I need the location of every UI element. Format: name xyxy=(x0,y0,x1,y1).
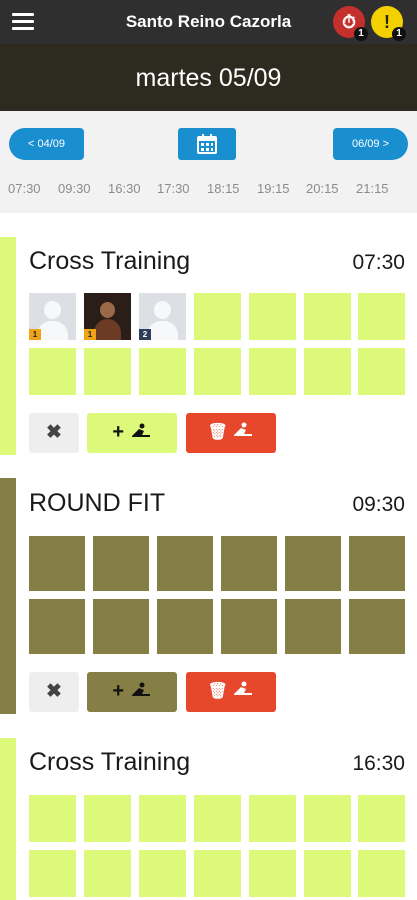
empty-slot[interactable] xyxy=(249,348,296,395)
time-slot-link[interactable]: 18:15 xyxy=(207,181,240,196)
top-app-bar: Santo Reino Cazorla ⏱ 1 ! 1 xyxy=(0,0,417,44)
class-time: 07:30 xyxy=(352,251,405,274)
time-slot-link[interactable]: 09:30 xyxy=(58,181,91,196)
delete-booking-button[interactable]: 🗑 xyxy=(186,413,276,453)
empty-slot[interactable] xyxy=(358,850,405,897)
time-slot-link[interactable]: 07:30 xyxy=(8,181,41,196)
class-color-bar xyxy=(0,237,16,455)
empty-slot[interactable] xyxy=(84,795,131,842)
class-times-strip: 07:30 09:30 16:30 17:30 18:15 19:15 20:1… xyxy=(0,181,417,199)
empty-slot[interactable] xyxy=(139,795,186,842)
empty-slot[interactable] xyxy=(194,795,241,842)
notification-count: 1 xyxy=(392,27,406,41)
class-time: 09:30 xyxy=(352,493,405,516)
add-booking-button[interactable]: + xyxy=(87,413,177,453)
class-color-bar xyxy=(0,478,16,714)
attendee-avatar[interactable]: 2 xyxy=(139,293,186,340)
trash-icon: 🗑 xyxy=(207,424,228,441)
empty-slot[interactable] xyxy=(249,850,296,897)
empty-slot[interactable] xyxy=(29,599,85,654)
calendar-icon xyxy=(197,134,217,154)
time-slot-link[interactable]: 19:15 xyxy=(257,181,290,196)
empty-slot[interactable] xyxy=(93,599,149,654)
attendee-avatar[interactable]: 1 xyxy=(29,293,76,340)
empty-slot[interactable] xyxy=(29,850,76,897)
empty-slot[interactable] xyxy=(29,348,76,395)
empty-slot[interactable] xyxy=(139,850,186,897)
empty-slot[interactable] xyxy=(221,536,277,591)
empty-slot[interactable] xyxy=(157,599,213,654)
empty-slot[interactable] xyxy=(304,795,351,842)
empty-slot[interactable] xyxy=(358,348,405,395)
empty-slot[interactable] xyxy=(194,293,241,340)
empty-slot[interactable] xyxy=(194,850,241,897)
time-slot-link[interactable]: 21:15 xyxy=(356,181,389,196)
class-color-bar xyxy=(0,738,16,900)
empty-slot[interactable] xyxy=(249,293,296,340)
current-date-title: martes 05/09 xyxy=(135,64,282,92)
empty-slot[interactable] xyxy=(304,850,351,897)
empty-slot[interactable] xyxy=(285,536,341,591)
rowing-icon xyxy=(234,681,253,695)
empty-slot[interactable] xyxy=(157,536,213,591)
cancel-button[interactable]: ✖ xyxy=(29,413,79,453)
empty-slot[interactable] xyxy=(84,348,131,395)
empty-slot[interactable] xyxy=(358,795,405,842)
empty-slot[interactable] xyxy=(93,536,149,591)
time-slot-link[interactable]: 16:30 xyxy=(108,181,141,196)
trash-icon: 🗑 xyxy=(207,683,228,700)
cancel-button[interactable]: ✖ xyxy=(29,672,79,712)
next-day-button[interactable]: 06/09 > xyxy=(333,128,408,160)
day-navigation: < 04/09 06/09 > 07:30 09:30 16:30 17:30 … xyxy=(0,111,417,213)
rowing-icon xyxy=(131,682,150,696)
empty-slot[interactable] xyxy=(221,599,277,654)
date-header: martes 05/09 xyxy=(0,44,417,111)
empty-slot[interactable] xyxy=(304,348,351,395)
class-title: Cross Training xyxy=(29,748,191,776)
empty-slot[interactable] xyxy=(249,795,296,842)
plus-icon: + xyxy=(112,421,125,443)
attendee-badge: 1 xyxy=(29,329,41,340)
class-time: 16:30 xyxy=(352,752,405,775)
rowing-icon xyxy=(234,422,253,436)
empty-slot[interactable] xyxy=(304,293,351,340)
attendee-avatar[interactable]: 1 xyxy=(84,293,131,340)
rowing-icon xyxy=(131,423,150,437)
time-slot-link[interactable]: 17:30 xyxy=(157,181,190,196)
previous-day-button[interactable]: < 04/09 xyxy=(9,128,84,160)
empty-slot[interactable] xyxy=(349,536,405,591)
class-title: ROUND FIT xyxy=(29,489,166,517)
time-slot-link[interactable]: 20:15 xyxy=(306,181,339,196)
empty-slot[interactable] xyxy=(194,348,241,395)
empty-slot[interactable] xyxy=(349,599,405,654)
empty-slot[interactable] xyxy=(139,348,186,395)
empty-slot[interactable] xyxy=(358,293,405,340)
empty-slot[interactable] xyxy=(29,795,76,842)
class-title: Cross Training xyxy=(29,247,191,275)
plus-icon: + xyxy=(112,680,125,702)
delete-booking-button[interactable]: 🗑 xyxy=(186,672,276,712)
stopwatch-notification-button[interactable]: ⏱ 1 xyxy=(333,6,368,41)
calendar-button[interactable] xyxy=(178,128,236,160)
add-booking-button[interactable]: + xyxy=(87,672,177,712)
notification-count: 1 xyxy=(354,27,368,41)
empty-slot[interactable] xyxy=(84,850,131,897)
empty-slot[interactable] xyxy=(29,536,85,591)
empty-slot[interactable] xyxy=(285,599,341,654)
alert-notification-button[interactable]: ! 1 xyxy=(371,6,406,41)
attendee-badge: 2 xyxy=(139,329,151,340)
attendee-badge: 1 xyxy=(84,329,96,340)
